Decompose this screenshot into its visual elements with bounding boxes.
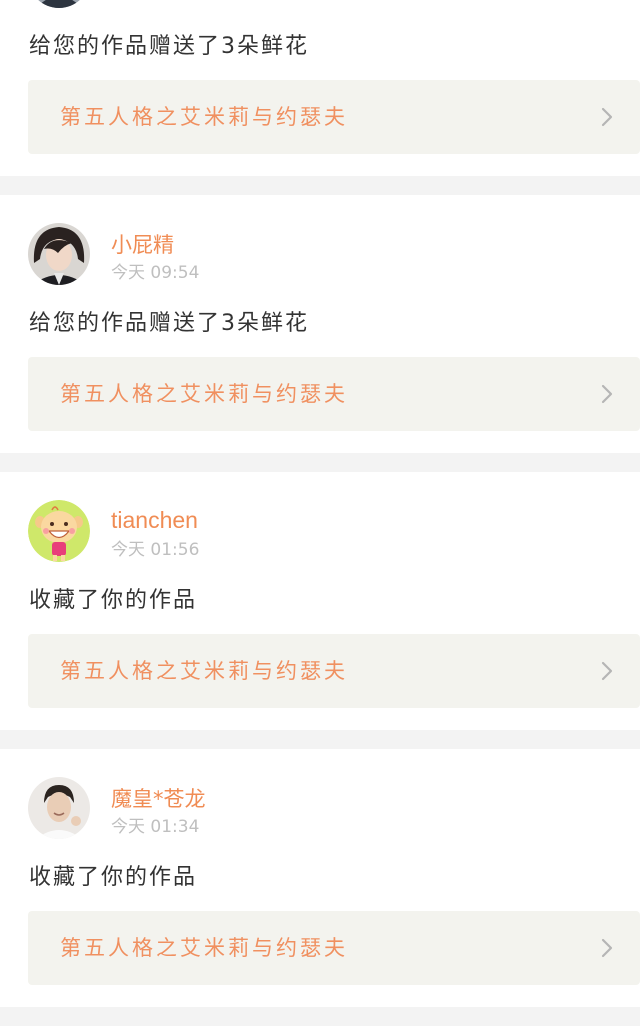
work-link[interactable]: 第五人格之艾米莉与约瑟夫 [28, 80, 640, 154]
work-title: 第五人格之艾米莉与约瑟夫 [60, 659, 348, 683]
photo-avatar-icon [28, 0, 90, 8]
work-title: 第五人格之艾米莉与约瑟夫 [60, 105, 348, 129]
cartoon-avatar-icon [28, 500, 90, 562]
chevron-right-icon [601, 938, 613, 958]
timestamp: 今天 01:56 [111, 540, 200, 560]
timestamp: 今天 09:54 [111, 263, 200, 283]
user-avatar[interactable] [28, 777, 90, 839]
notification-card: 给您的作品赠送了3朵鲜花 第五人格之艾米莉与约瑟夫 [0, 0, 640, 176]
notification-card: tianchen 今天 01:56 收藏了你的作品 第五人格之艾米莉与约瑟夫 [0, 472, 640, 730]
chevron-right-icon [601, 107, 613, 127]
user-avatar[interactable] [28, 223, 90, 285]
username[interactable]: 魔皇*苍龙 [111, 787, 206, 811]
user-avatar[interactable] [28, 500, 90, 562]
notification-card: 小屁精 今天 09:54 给您的作品赠送了3朵鲜花 第五人格之艾米莉与约瑟夫 [0, 195, 640, 453]
timestamp: 今天 01:34 [111, 817, 200, 837]
photo-avatar-icon [28, 777, 90, 839]
chevron-right-icon [601, 661, 613, 681]
work-link[interactable]: 第五人格之艾米莉与约瑟夫 [28, 634, 640, 708]
action-text: 收藏了你的作品 [29, 588, 198, 613]
notification-feed: 给您的作品赠送了3朵鲜花 第五人格之艾米莉与约瑟夫 小屁精 今天 09:54 给… [0, 0, 640, 1026]
work-title: 第五人格之艾米莉与约瑟夫 [60, 936, 348, 960]
work-title: 第五人格之艾米莉与约瑟夫 [60, 382, 348, 406]
username[interactable]: tianchen [111, 508, 198, 532]
action-text: 给您的作品赠送了3朵鲜花 [29, 34, 309, 59]
notification-card: 魔皇*苍龙 今天 01:34 收藏了你的作品 第五人格之艾米莉与约瑟夫 [0, 749, 640, 1007]
photo-avatar-icon [28, 223, 90, 285]
work-link[interactable]: 第五人格之艾米莉与约瑟夫 [28, 357, 640, 431]
action-text: 收藏了你的作品 [29, 865, 198, 890]
chevron-right-icon [601, 384, 613, 404]
action-text: 给您的作品赠送了3朵鲜花 [29, 311, 309, 336]
work-link[interactable]: 第五人格之艾米莉与约瑟夫 [28, 911, 640, 985]
user-avatar[interactable] [28, 0, 90, 8]
username[interactable]: 小屁精 [111, 233, 174, 257]
